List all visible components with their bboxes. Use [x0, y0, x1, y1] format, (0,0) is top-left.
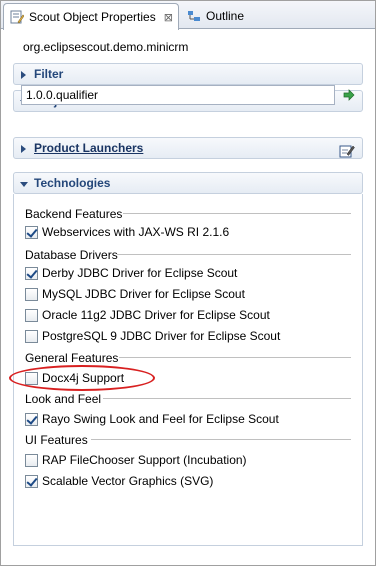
tab-label: Outline — [206, 9, 245, 23]
properties-icon — [10, 10, 24, 24]
group-divider — [119, 357, 351, 358]
outline-icon — [188, 11, 200, 21]
close-icon[interactable]: ⊠ — [164, 11, 173, 24]
checkbox-label: Webservices with JAX-WS RI 2.1.6 — [42, 225, 230, 239]
checkbox-row[interactable]: Scalable Vector Graphics (SVG) — [25, 473, 213, 489]
group-label-backend-features: Backend Features — [25, 207, 123, 221]
checkbox[interactable] — [25, 308, 38, 322]
version-field[interactable] — [21, 85, 335, 105]
checkbox-row[interactable]: RAP FileChooser Support (Incubation) — [25, 452, 247, 468]
group-label-ui-features: UI Features — [25, 433, 88, 447]
checkbox-label: MySQL JDBC Driver for Eclipse Scout — [42, 287, 245, 301]
tab-scout-object-properties[interactable]: Scout Object Properties ⊠ — [3, 3, 179, 30]
group-divider — [103, 398, 351, 399]
group-label-general-features: General Features — [25, 351, 119, 365]
chevron-right-icon — [21, 145, 26, 153]
chevron-right-icon — [21, 71, 26, 79]
tab-label: Scout Object Properties — [29, 10, 156, 24]
checkbox-row[interactable]: Docx4j Support — [25, 370, 124, 386]
checkbox[interactable] — [25, 329, 38, 343]
group-divider — [123, 213, 351, 214]
checkbox-row[interactable]: Oracle 11g2 JDBC Driver for Eclipse Scou… — [25, 307, 270, 323]
scout-object-properties-view: Scout Object Properties ⊠ Outline org.ec… — [0, 0, 376, 566]
checkbox-row[interactable]: Webservices with JAX-WS RI 2.1.6 — [25, 224, 229, 240]
checkbox-label: RAP FileChooser Support (Incubation) — [42, 453, 247, 467]
checkbox-label: Oracle 11g2 JDBC Driver for Eclipse Scou… — [42, 308, 270, 322]
checkbox[interactable] — [25, 266, 38, 280]
module-name: org.eclipsescout.demo.minicrm — [23, 40, 189, 54]
checkbox[interactable] — [25, 453, 38, 467]
checkbox[interactable] — [25, 474, 38, 488]
checkbox-row[interactable]: Rayo Swing Look and Feel for Eclipse Sco… — [25, 411, 279, 427]
checkbox-row[interactable]: PostgreSQL 9 JDBC Driver for Eclipse Sco… — [25, 328, 280, 344]
section-title: Filter — [34, 67, 64, 81]
group-divider — [91, 439, 351, 440]
checkbox[interactable] — [25, 287, 38, 301]
checkbox-label: Rayo Swing Look and Feel for Eclipse Sco… — [42, 412, 279, 426]
edit-icon[interactable] — [339, 143, 355, 159]
section-product-launchers[interactable]: Product Launchers — [13, 137, 363, 159]
checkbox[interactable] — [25, 225, 38, 239]
checkbox-label: PostgreSQL 9 JDBC Driver for Eclipse Sco… — [42, 329, 281, 343]
checkbox-row[interactable]: Derby JDBC Driver for Eclipse Scout — [25, 265, 237, 281]
tab-outline[interactable]: Outline — [183, 3, 263, 29]
checkbox-label: Docx4j Support — [42, 371, 125, 385]
checkbox-label: Derby JDBC Driver for Eclipse Scout — [42, 266, 238, 280]
tab-bar: Scout Object Properties ⊠ Outline — [1, 1, 375, 30]
section-title[interactable]: Product Launchers — [34, 141, 143, 155]
go-arrow-icon[interactable] — [343, 89, 355, 101]
chevron-down-icon — [20, 182, 28, 187]
group-divider — [117, 254, 351, 255]
section-technologies[interactable]: Technologies — [13, 172, 363, 194]
checkbox-row[interactable]: MySQL JDBC Driver for Eclipse Scout — [25, 286, 245, 302]
checkbox-label: Scalable Vector Graphics (SVG) — [42, 474, 214, 488]
group-label-look-and-feel: Look and Feel — [25, 392, 102, 406]
section-title: Technologies — [34, 176, 111, 190]
section-filter[interactable]: Filter — [13, 63, 363, 85]
group-label-database-drivers: Database Drivers — [25, 248, 118, 262]
checkbox[interactable] — [25, 412, 38, 426]
checkbox[interactable] — [25, 371, 38, 385]
